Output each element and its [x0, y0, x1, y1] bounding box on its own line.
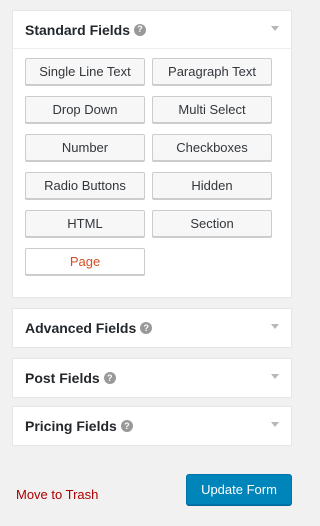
- post-fields-panel: Post Fields ?: [12, 358, 292, 398]
- single-line-text-button[interactable]: Single Line Text: [25, 58, 145, 85]
- multi-select-button[interactable]: Multi Select: [152, 96, 272, 123]
- post-fields-title: Post Fields: [25, 370, 100, 386]
- post-fields-header[interactable]: Post Fields ?: [13, 359, 291, 397]
- paragraph-text-button[interactable]: Paragraph Text: [152, 58, 272, 85]
- standard-fields-buttons: Single Line Text Paragraph Text Drop Dow…: [25, 58, 272, 275]
- checkboxes-button[interactable]: Checkboxes: [152, 134, 272, 161]
- move-to-trash-link[interactable]: Move to Trash: [16, 487, 98, 502]
- help-icon[interactable]: ?: [120, 420, 133, 432]
- help-icon[interactable]: ?: [140, 322, 153, 334]
- form-editor-sidebar: Standard Fields ? Single Line Text Parag…: [0, 0, 308, 526]
- pricing-fields-panel: Pricing Fields ?: [12, 406, 292, 446]
- help-icon[interactable]: ?: [103, 372, 116, 384]
- page-button[interactable]: Page: [25, 248, 145, 275]
- update-form-button[interactable]: Update Form: [186, 474, 292, 505]
- radio-buttons-button[interactable]: Radio Buttons: [25, 172, 145, 199]
- triangle-down-icon[interactable]: [271, 324, 279, 329]
- help-icon[interactable]: ?: [134, 23, 147, 36]
- advanced-fields-title: Advanced Fields: [25, 320, 137, 336]
- triangle-down-icon[interactable]: [271, 374, 279, 379]
- pricing-fields-header[interactable]: Pricing Fields ?: [13, 407, 291, 445]
- number-button[interactable]: Number: [25, 134, 145, 161]
- triangle-down-icon[interactable]: [271, 26, 279, 31]
- advanced-fields-panel: Advanced Fields ?: [12, 308, 292, 348]
- advanced-fields-header[interactable]: Advanced Fields ?: [13, 309, 291, 347]
- drop-down-button[interactable]: Drop Down: [25, 96, 145, 123]
- standard-fields-title: Standard Fields: [25, 21, 131, 38]
- hidden-button[interactable]: Hidden: [152, 172, 272, 199]
- html-button[interactable]: HTML: [25, 210, 145, 237]
- triangle-down-icon[interactable]: [271, 422, 279, 427]
- standard-fields-panel: Standard Fields ? Single Line Text Parag…: [12, 10, 292, 298]
- section-button[interactable]: Section: [152, 210, 272, 237]
- pricing-fields-title: Pricing Fields: [25, 418, 117, 434]
- standard-fields-header[interactable]: Standard Fields ?: [13, 11, 291, 49]
